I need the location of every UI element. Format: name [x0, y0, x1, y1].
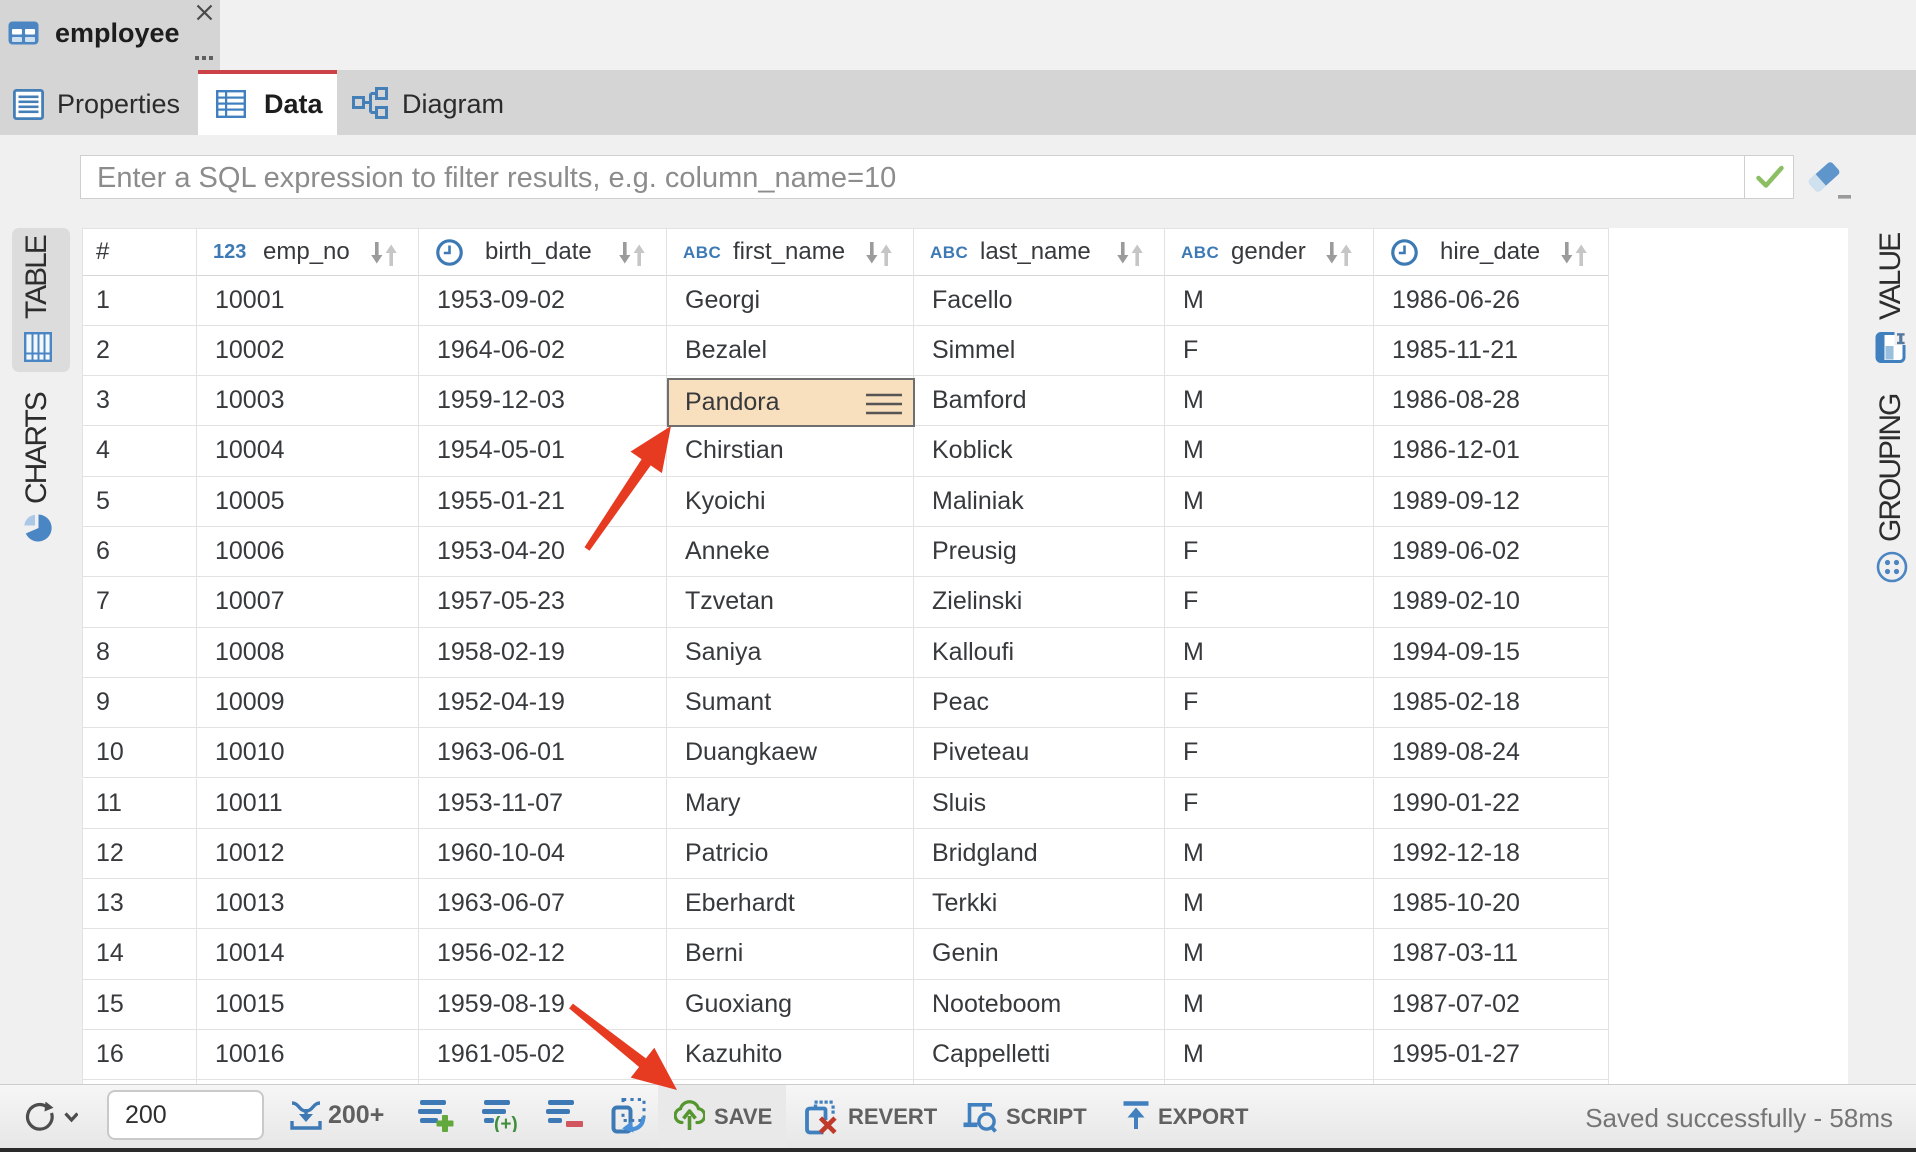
svg-text:(+): (+)	[494, 1114, 518, 1132]
